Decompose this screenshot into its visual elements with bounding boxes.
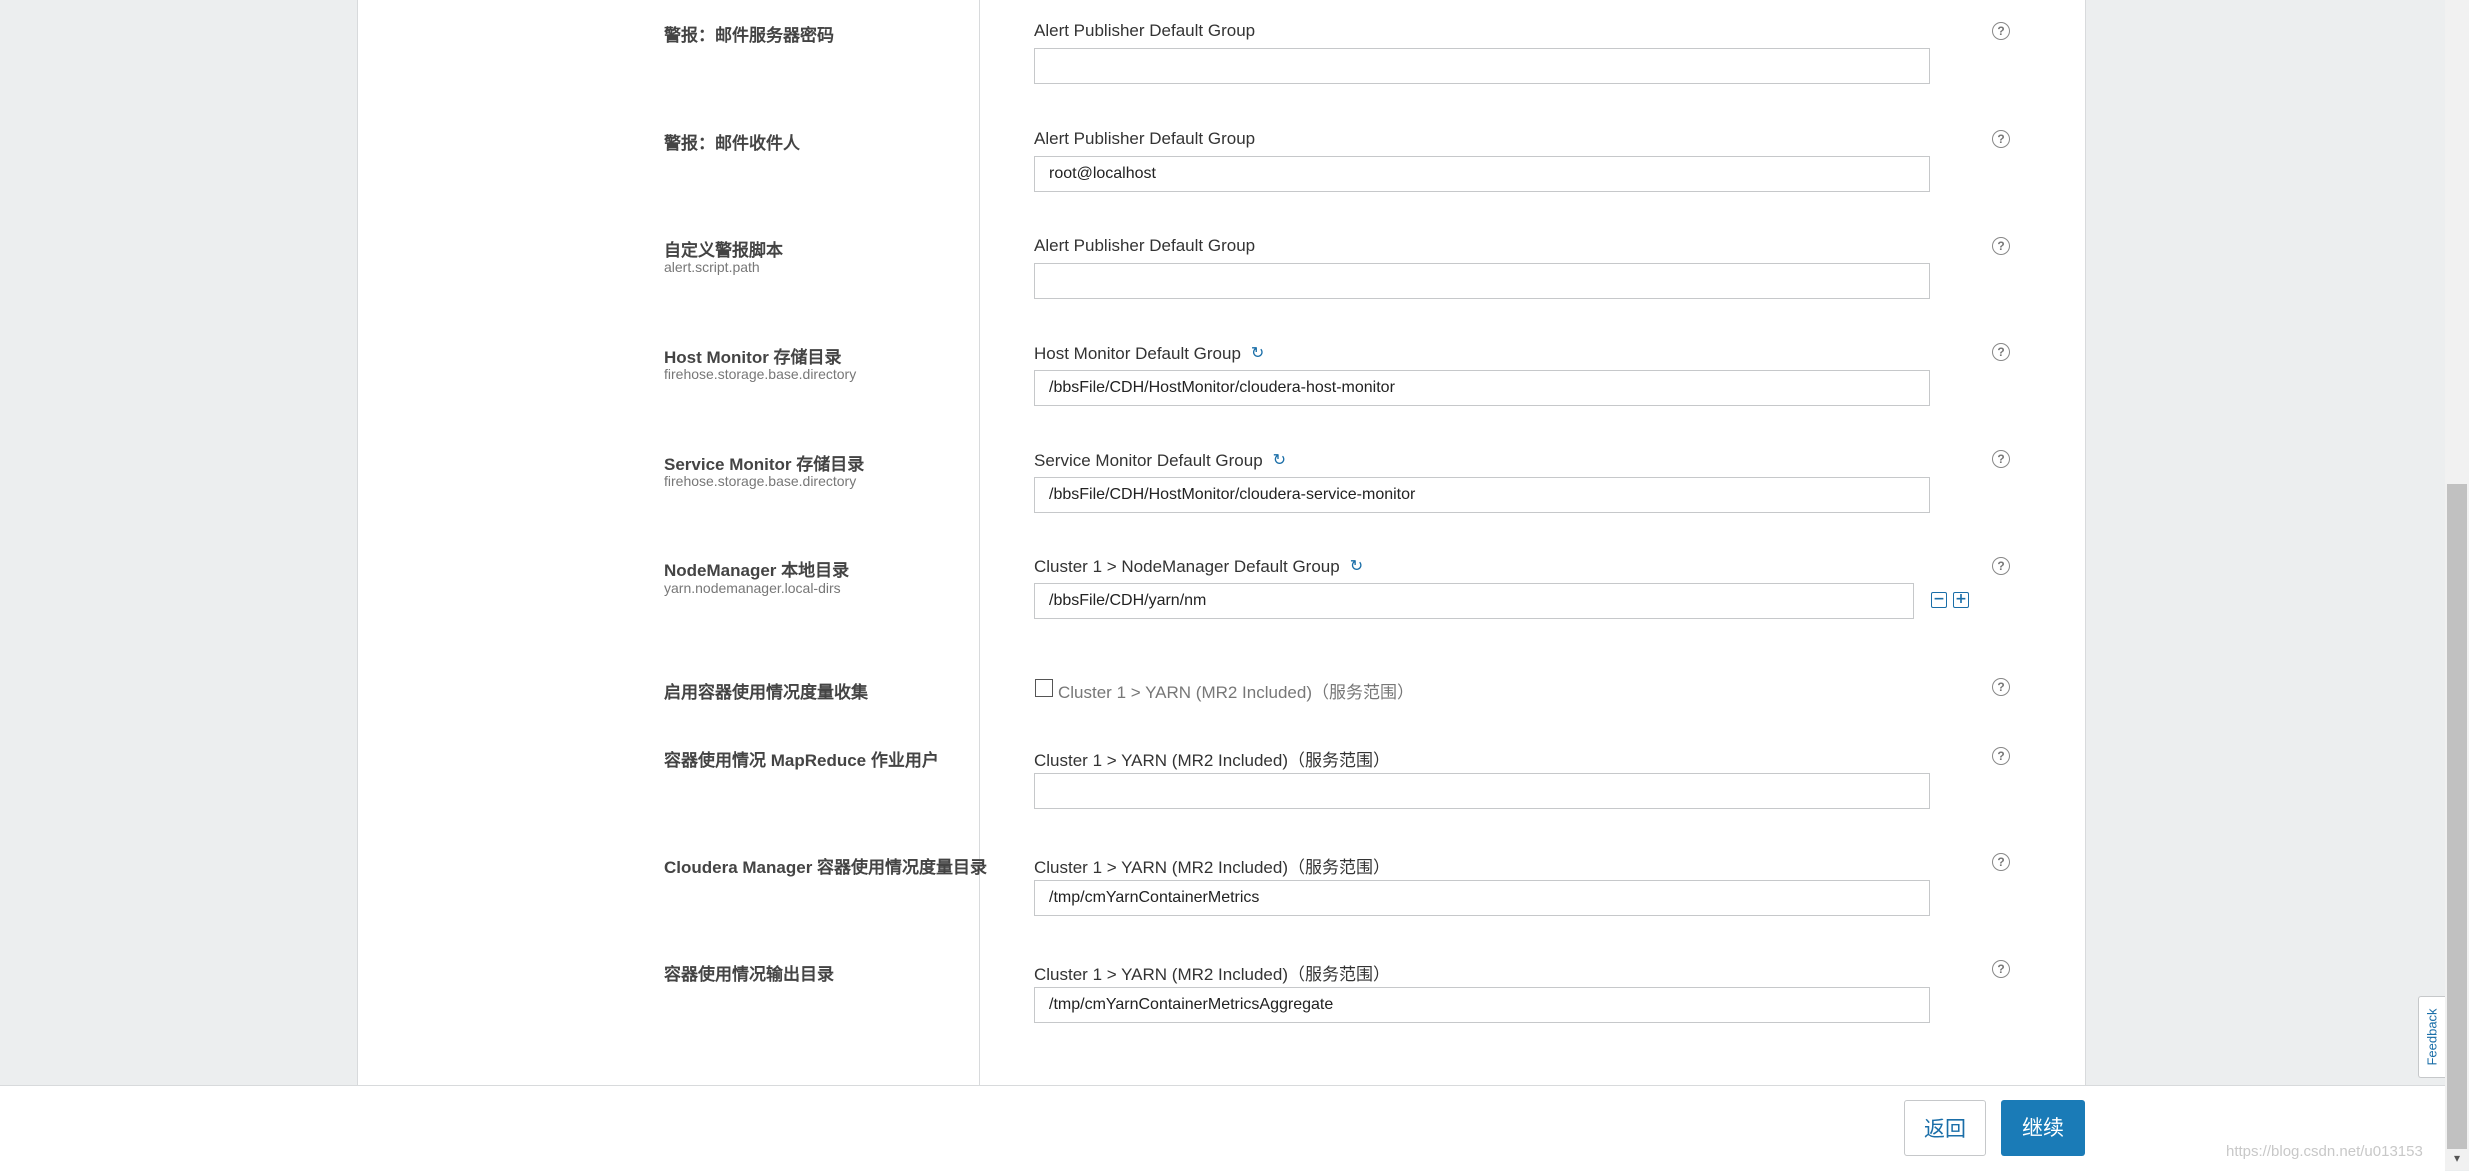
help-icon[interactable]: ?: [1992, 237, 2010, 255]
remove-value-icon[interactable]: −: [1931, 592, 1947, 608]
mapreduce-user-input[interactable]: [1034, 773, 1930, 809]
help-icon[interactable]: ?: [1992, 343, 2010, 361]
setting-key: firehose.storage.base.directory: [664, 473, 857, 489]
setting-group: Cluster 1 > YARN (MR2 Included)（服务范围）: [1058, 683, 1414, 702]
setting-key: firehose.storage.base.directory: [664, 366, 857, 382]
help-icon[interactable]: ?: [1992, 450, 2010, 468]
scrollbar-thumb[interactable]: [2447, 484, 2467, 1149]
help-icon[interactable]: ?: [1992, 747, 2010, 765]
setting-group-text: Cluster 1 > NodeManager Default Group: [1034, 557, 1340, 576]
host-monitor-dir-input[interactable]: /bbsFile/CDH/HostMonitor/cloudera-host-m…: [1034, 370, 1930, 406]
reset-icon[interactable]: ↻: [1350, 556, 1363, 576]
feedback-label: Feedback: [2424, 1008, 2440, 1066]
output-dir-input[interactable]: /tmp/cmYarnContainerMetricsAggregate: [1034, 987, 1930, 1023]
setting-key: yarn.nodemanager.local-dirs: [664, 580, 841, 596]
metrics-dir-input[interactable]: /tmp/cmYarnContainerMetrics: [1034, 880, 1930, 916]
mail-recipient-input[interactable]: root@localhost: [1034, 156, 1930, 192]
setting-label: 警报：邮件服务器密码: [664, 26, 834, 45]
help-icon[interactable]: ?: [1992, 960, 2010, 978]
setting-label: Service Monitor 存储目录: [664, 455, 865, 474]
nodemanager-dir-input[interactable]: /bbsFile/CDH/yarn/nm: [1034, 583, 1914, 619]
setting-group: Alert Publisher Default Group: [1034, 21, 1256, 40]
setting-group: Cluster 1 > YARN (MR2 Included)（服务范围）: [1034, 858, 1390, 877]
setting-label: Host Monitor 存储目录: [664, 348, 842, 367]
help-icon[interactable]: ?: [1992, 557, 2010, 575]
setting-label: Cloudera Manager 容器使用情况度量目录: [664, 858, 988, 877]
help-icon[interactable]: ?: [1992, 853, 2010, 871]
setting-label: 启用容器使用情况度量收集: [664, 683, 868, 702]
mail-password-input[interactable]: [1034, 48, 1930, 84]
setting-group: Alert Publisher Default Group: [1034, 129, 1256, 148]
setting-label: 警报：邮件收件人: [664, 134, 800, 153]
scroll-down-arrow-icon[interactable]: ▾: [2449, 1150, 2465, 1166]
reset-icon[interactable]: ↻: [1251, 343, 1264, 363]
panel-divider: [979, 0, 980, 1085]
alert-script-input[interactable]: [1034, 263, 1930, 299]
enable-container-metrics-checkbox[interactable]: [1035, 679, 1053, 697]
setting-group: Cluster 1 > YARN (MR2 Included)（服务范围）: [1034, 965, 1390, 984]
help-icon[interactable]: ?: [1992, 22, 2010, 40]
setting-group: Alert Publisher Default Group: [1034, 236, 1256, 255]
feedback-tab[interactable]: Feedback: [2418, 996, 2445, 1078]
setting-group: Cluster 1 > YARN (MR2 Included)（服务范围）: [1034, 751, 1390, 770]
setting-group: Service Monitor Default Group ↻: [1034, 450, 1286, 471]
setting-label: NodeManager 本地目录: [664, 561, 850, 580]
setting-group: Cluster 1 > NodeManager Default Group ↻: [1034, 556, 1363, 577]
back-button[interactable]: 返回: [1904, 1100, 1986, 1156]
setting-group-text: Host Monitor Default Group: [1034, 344, 1241, 363]
setting-key: alert.script.path: [664, 259, 760, 275]
setting-label: 自定义警报脚本: [664, 241, 783, 260]
continue-button[interactable]: 继续: [2001, 1100, 2085, 1156]
setting-label: 容器使用情况 MapReduce 作业用户: [664, 751, 939, 770]
help-icon[interactable]: ?: [1992, 130, 2010, 148]
setting-group-text: Service Monitor Default Group: [1034, 451, 1263, 470]
add-value-icon[interactable]: +: [1953, 592, 1969, 608]
service-monitor-dir-input[interactable]: /bbsFile/CDH/HostMonitor/cloudera-servic…: [1034, 477, 1930, 513]
help-icon[interactable]: ?: [1992, 678, 2010, 696]
watermark: https://blog.csdn.net/u013153: [2226, 1143, 2423, 1160]
setting-group: Host Monitor Default Group ↻: [1034, 343, 1264, 364]
setting-label: 容器使用情况输出目录: [664, 965, 834, 984]
reset-icon[interactable]: ↻: [1273, 450, 1286, 470]
